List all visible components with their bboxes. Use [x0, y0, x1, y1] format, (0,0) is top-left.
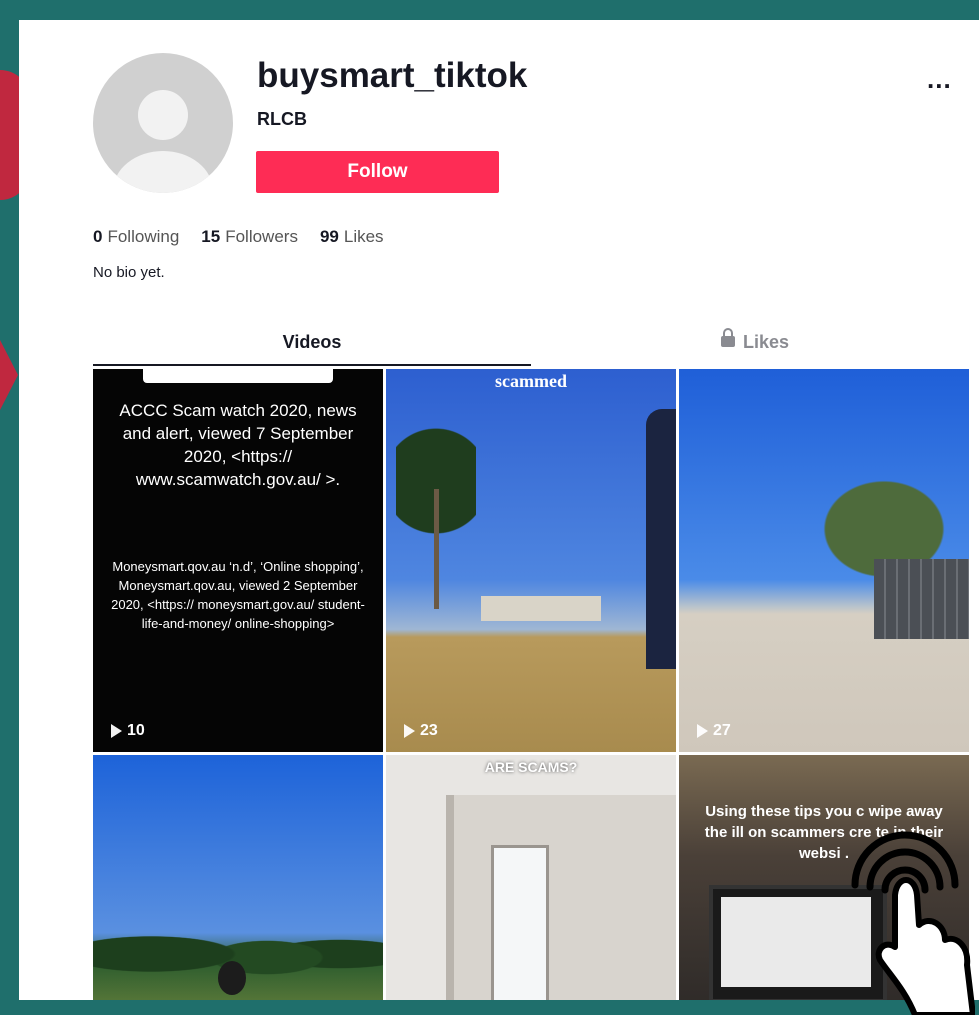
fence-shape	[874, 559, 969, 639]
person-head-shape	[218, 961, 246, 995]
video-tile-2[interactable]: scammed 23	[386, 369, 676, 752]
building-shape	[481, 596, 601, 621]
frame-decoration-arrow	[0, 340, 18, 410]
doorway-shape	[491, 845, 549, 1000]
play-icon	[404, 724, 415, 738]
video-tile-1[interactable]: ACCC Scam watch 2020, news and alert, vi…	[93, 369, 383, 752]
video-text-title: ACCC Scam watch 2020, news and alert, vi…	[119, 401, 357, 489]
following-stat[interactable]: 0 Following	[93, 227, 179, 247]
username: buysmart_tiktok	[257, 56, 528, 95]
tap-gesture-icon	[851, 831, 975, 1015]
video-overlay-banner	[143, 369, 333, 383]
bio: No bio yet.	[93, 264, 165, 281]
avatar-head-shape	[138, 90, 188, 140]
video-tile-4[interactable]	[93, 755, 383, 1000]
more-icon[interactable]: ...	[927, 64, 952, 95]
tab-likes[interactable]: Likes	[531, 328, 979, 353]
tab-active-indicator	[93, 364, 531, 366]
following-label: Following	[107, 227, 180, 246]
followers-stat[interactable]: 15 Followers	[201, 227, 298, 247]
view-count: 23	[404, 722, 438, 740]
profile-stats: 0 Following 15 Followers 99 Likes	[93, 227, 384, 247]
view-count-value: 23	[420, 722, 438, 739]
view-count-value: 10	[127, 722, 145, 739]
tab-videos[interactable]: Videos	[93, 332, 531, 353]
video-caption: scammed	[495, 371, 567, 391]
person-shape	[646, 409, 676, 669]
tree-trunk-shape	[434, 489, 439, 609]
likes-label: Likes	[343, 227, 384, 246]
view-count: 10	[111, 722, 145, 740]
likes-count: 99	[319, 227, 339, 246]
avatar-body-shape	[113, 151, 213, 193]
nickname: RLCB	[257, 109, 307, 129]
video-caption: ARE SCAMS?	[484, 759, 578, 775]
door-shape	[446, 795, 676, 1000]
video-tile-5[interactable]: ARE SCAMS?	[386, 755, 676, 1000]
view-count-value: 27	[713, 722, 731, 739]
following-count: 0	[93, 227, 103, 246]
play-icon	[111, 724, 122, 738]
play-icon	[697, 724, 708, 738]
follow-button[interactable]: Follow	[256, 151, 499, 193]
avatar[interactable]	[93, 53, 233, 193]
tab-likes-label: Likes	[742, 332, 790, 352]
view-count: 27	[697, 722, 731, 740]
video-tile-3[interactable]: 27	[679, 369, 969, 752]
followers-count: 15	[201, 227, 221, 246]
followers-label: Followers	[225, 227, 298, 246]
lock-icon	[720, 328, 735, 347]
likes-stat: 99 Likes	[320, 227, 384, 247]
video-text-body: Moneysmart.qov.au ‘n.d’, ‘Online shoppin…	[111, 559, 365, 631]
